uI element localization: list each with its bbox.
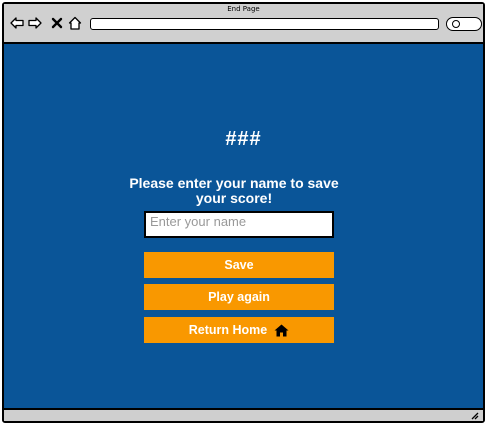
play-again-button[interactable]: Play again (144, 284, 334, 310)
back-arrow-icon[interactable] (10, 16, 24, 30)
forward-arrow-icon[interactable] (28, 16, 42, 30)
home-icon (274, 324, 289, 336)
search-icon (452, 20, 460, 28)
save-button[interactable]: Save (144, 252, 334, 278)
url-bar[interactable] (90, 18, 439, 30)
search-field[interactable] (446, 17, 482, 31)
browser-toolbar: End Page (4, 4, 483, 44)
home-icon[interactable] (68, 16, 82, 30)
window-title: End Page (227, 5, 260, 13)
browser-window: End Page ### Please enter your name to s… (2, 2, 485, 423)
close-icon[interactable] (51, 16, 63, 30)
save-button-label: Save (224, 258, 254, 272)
play-again-label: Play again (208, 290, 270, 304)
status-bar (4, 408, 483, 421)
final-score: ### (225, 128, 262, 150)
page-content: ### Please enter your name to save your … (4, 44, 483, 410)
save-score-prompt: Please enter your name to save your scor… (129, 175, 339, 206)
return-home-label: Return Home (188, 323, 268, 337)
return-home-button[interactable]: Return Home (144, 317, 334, 343)
name-input[interactable] (144, 211, 334, 238)
resize-handle-icon[interactable] (470, 411, 480, 420)
